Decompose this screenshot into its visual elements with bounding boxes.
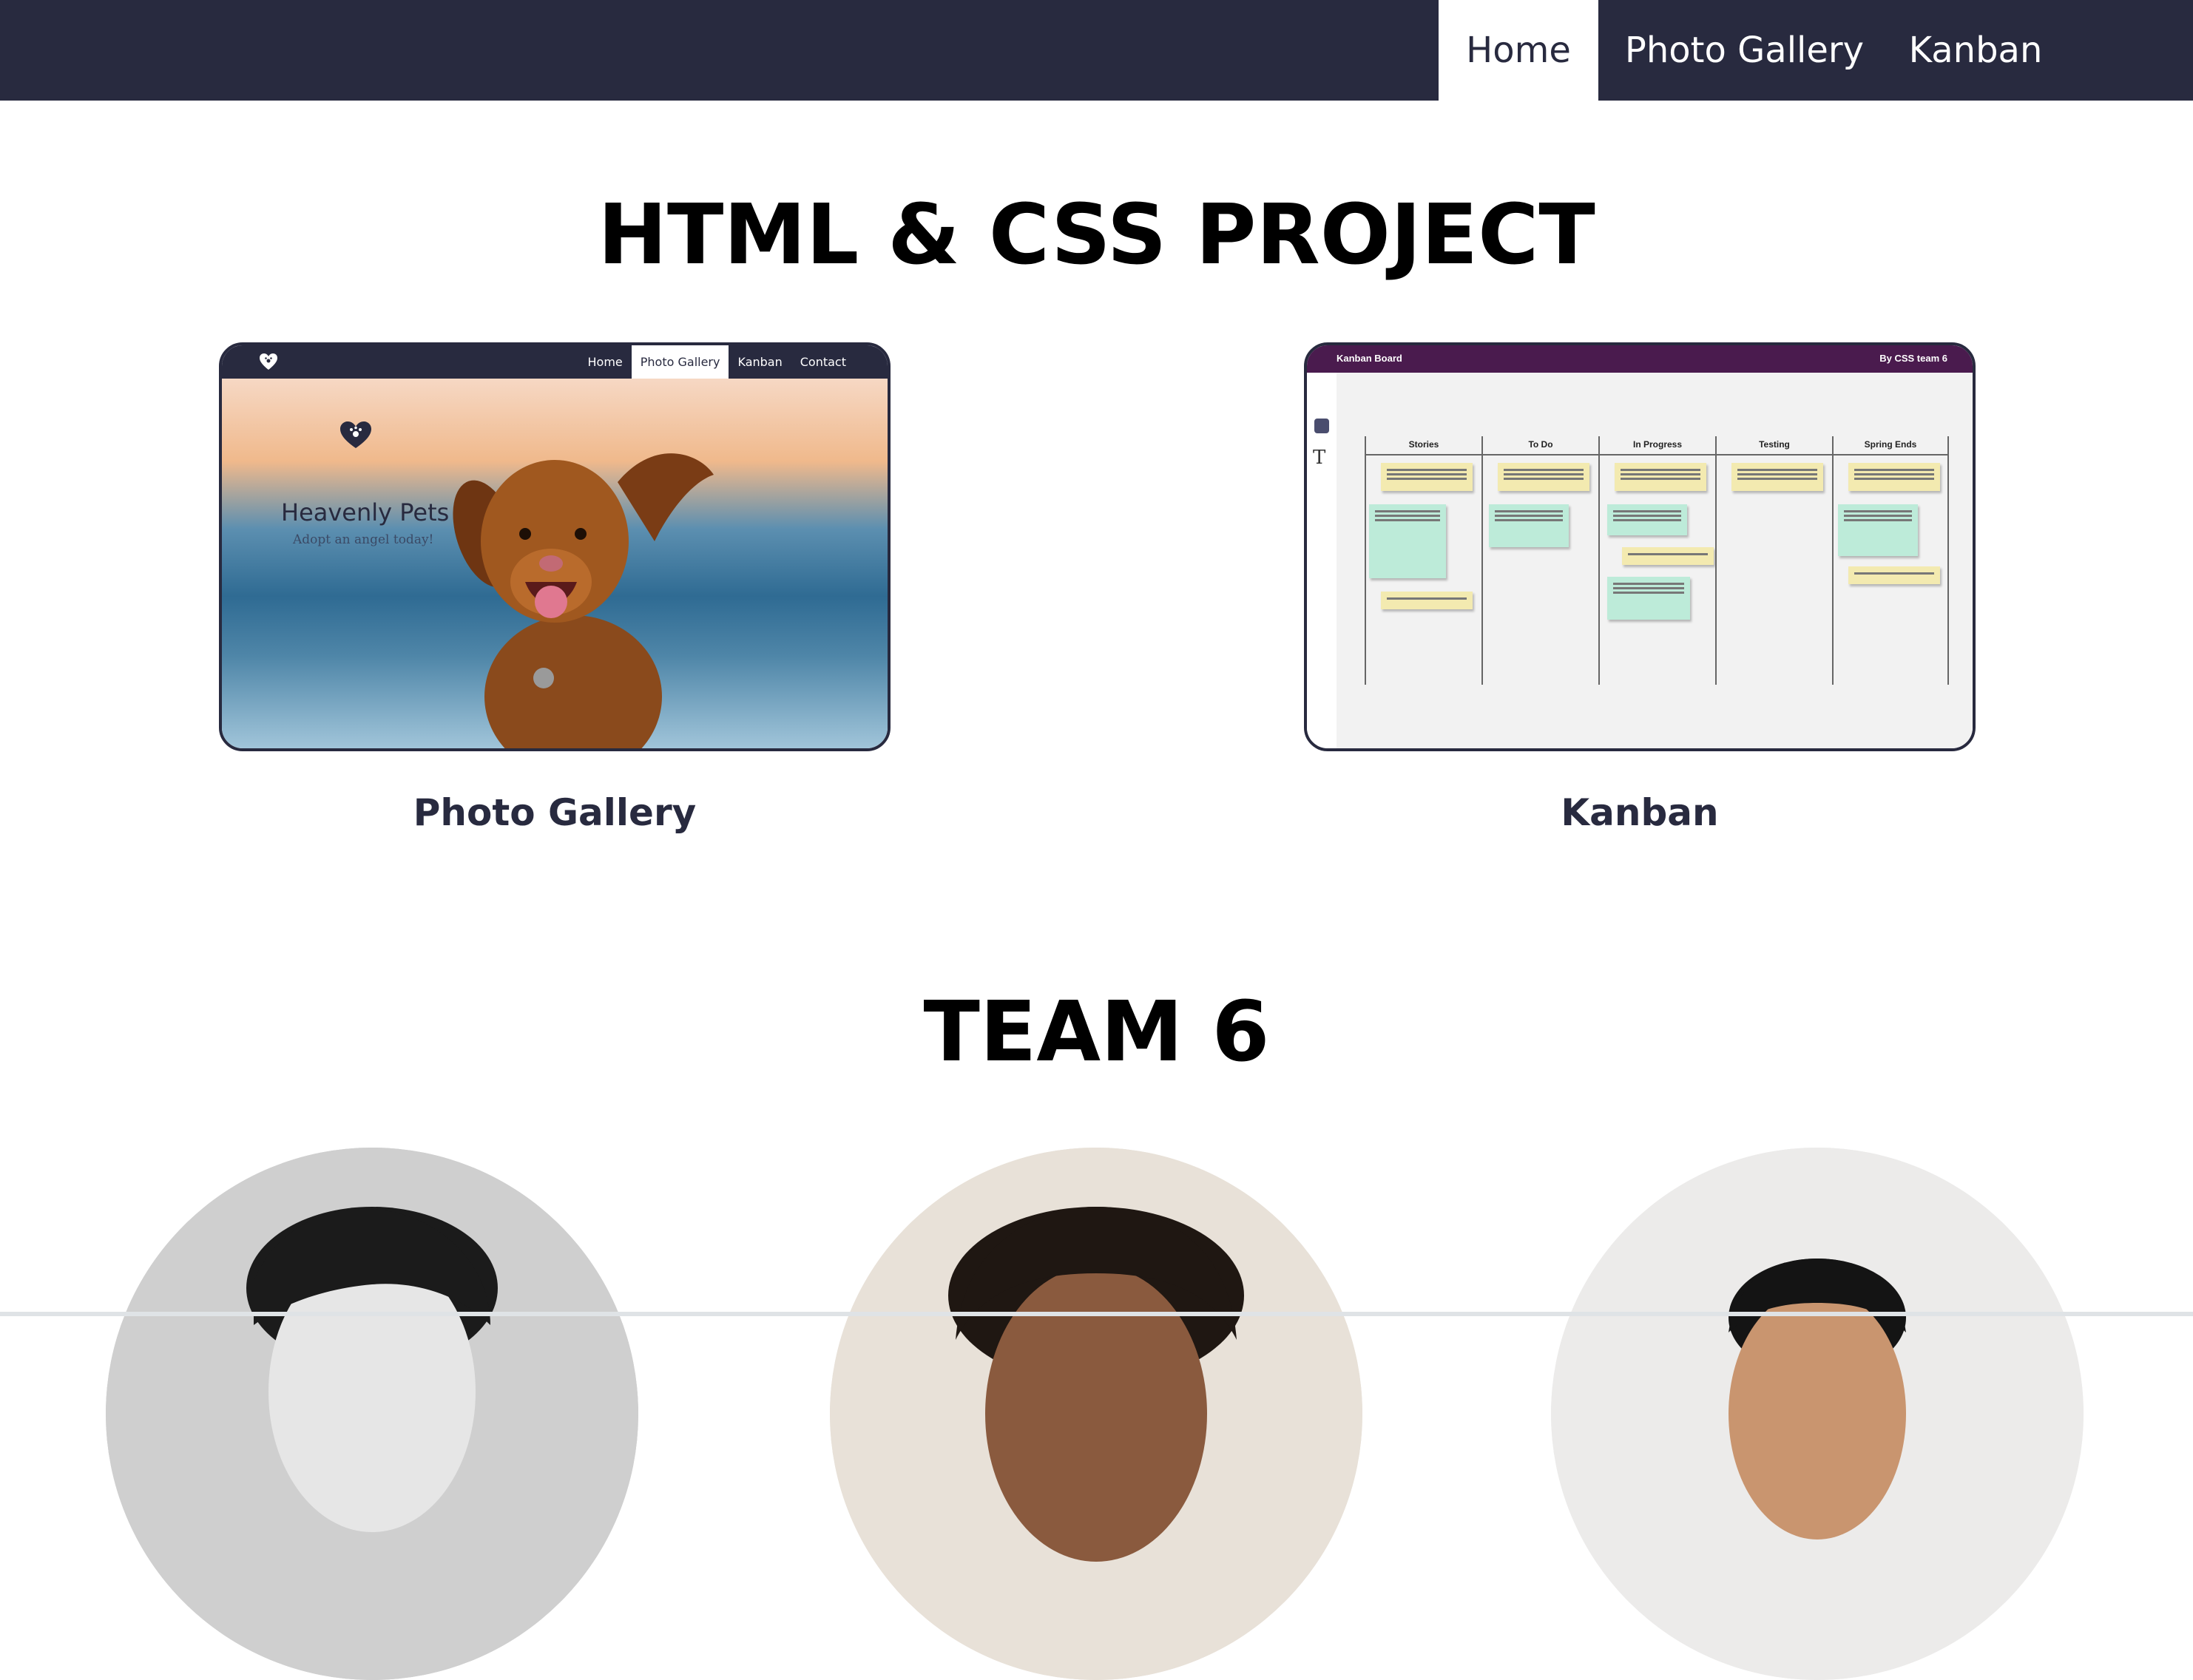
photo-gallery-card[interactable]: Home Photo Gallery Kanban Contact Heaven… — [219, 342, 891, 751]
page-bottom-edge — [0, 1312, 2193, 1316]
gallery-thumb-tagline: Adopt an angel today! — [293, 532, 434, 547]
photo-gallery-caption[interactable]: Photo Gallery — [219, 791, 891, 834]
sticky-note — [1381, 592, 1473, 609]
kanban-thumb-by: By CSS team 6 — [1879, 353, 1947, 364]
kanban-column-divider — [1483, 454, 1598, 455]
kanban-column-title: In Progress — [1632, 439, 1683, 450]
sticky-note — [1381, 463, 1473, 491]
gallery-thumb-nav-items: Home Photo Gallery Kanban Contact — [579, 345, 855, 379]
gallery-thumb-nav-home: Home — [587, 355, 623, 369]
team-member-avatar-2 — [830, 1148, 1362, 1680]
kanban-column-title: To Do — [1528, 439, 1553, 450]
gallery-thumb-brand: Heavenly Pets — [281, 498, 450, 526]
kanban-thumb-header: Kanban Board By CSS team 6 — [1307, 345, 1973, 373]
kanban-thumb-title: Kanban Board — [1337, 353, 1402, 364]
team-title: TEAM 6 — [923, 984, 1270, 1080]
team-member-avatar-1 — [106, 1148, 638, 1680]
sticky-note-tool-icon — [1314, 419, 1329, 433]
sticky-note — [1848, 566, 1940, 584]
nav-links: Home Photo Gallery Kanban — [1439, 0, 2061, 101]
top-navbar: Home Photo Gallery Kanban — [0, 0, 2193, 101]
sticky-note — [1838, 504, 1918, 556]
sticky-note — [1489, 504, 1569, 547]
team-member-avatar-3 — [1551, 1148, 2084, 1680]
kanban-column-title: Spring Ends — [1864, 439, 1917, 450]
text-tool-icon: T — [1313, 447, 1326, 469]
sticky-note — [1498, 463, 1589, 491]
sticky-note — [1615, 463, 1706, 491]
kanban-column-divider — [1366, 454, 1481, 455]
nav-home-link[interactable]: Home — [1439, 0, 1598, 101]
kanban-thumb-column: Testing — [1715, 436, 1832, 685]
nav-kanban-link[interactable]: Kanban — [1890, 0, 2061, 101]
kanban-column-divider — [1717, 454, 1832, 455]
kanban-thumb-toolbar: T — [1307, 373, 1337, 748]
sticky-note — [1369, 504, 1446, 578]
kanban-thumb-column: Spring Ends — [1832, 436, 1949, 685]
kanban-thumb-column: Stories — [1365, 436, 1481, 685]
project-title: HTML & CSS PROJECT — [598, 187, 1595, 283]
team-member-photo-3 — [1551, 1148, 2084, 1680]
kanban-column-title: Stories — [1408, 439, 1439, 450]
heart-paw-icon — [260, 353, 277, 370]
heart-paw-icon — [340, 421, 371, 448]
gallery-thumb-nav-kanban: Kanban — [737, 355, 783, 369]
sticky-note — [1848, 463, 1940, 491]
kanban-thumb-columns: Stories To Do In Progress Testing Spring… — [1365, 436, 1949, 685]
kanban-thumb-board: Stories To Do In Progress Testing Spring… — [1337, 373, 1973, 748]
kanban-caption[interactable]: Kanban — [1304, 791, 1976, 834]
gallery-thumb-navbar: Home Photo Gallery Kanban Contact — [222, 345, 888, 379]
team-member-photo-1 — [106, 1148, 638, 1680]
dog-photo — [453, 453, 714, 748]
sticky-note — [1607, 504, 1687, 535]
kanban-column-divider — [1600, 454, 1715, 455]
sticky-note — [1607, 577, 1690, 620]
gallery-thumb-nav-contact: Contact — [800, 355, 846, 369]
kanban-card[interactable]: Kanban Board By CSS team 6 T Stories To … — [1304, 342, 1976, 751]
kanban-thumb-column: To Do — [1481, 436, 1598, 685]
kanban-thumb-column: In Progress — [1598, 436, 1715, 685]
sticky-note — [1622, 547, 1714, 565]
team-member-photo-2 — [830, 1148, 1362, 1680]
kanban-column-divider — [1834, 454, 1947, 455]
kanban-column-title: Testing — [1759, 439, 1790, 450]
gallery-thumb-nav-gallery: Photo Gallery — [631, 345, 729, 379]
gallery-thumb-hero-image: Heavenly Pets Adopt an angel today! — [222, 379, 888, 748]
nav-photo-gallery-link[interactable]: Photo Gallery — [1598, 0, 1890, 101]
sticky-note — [1731, 463, 1823, 491]
